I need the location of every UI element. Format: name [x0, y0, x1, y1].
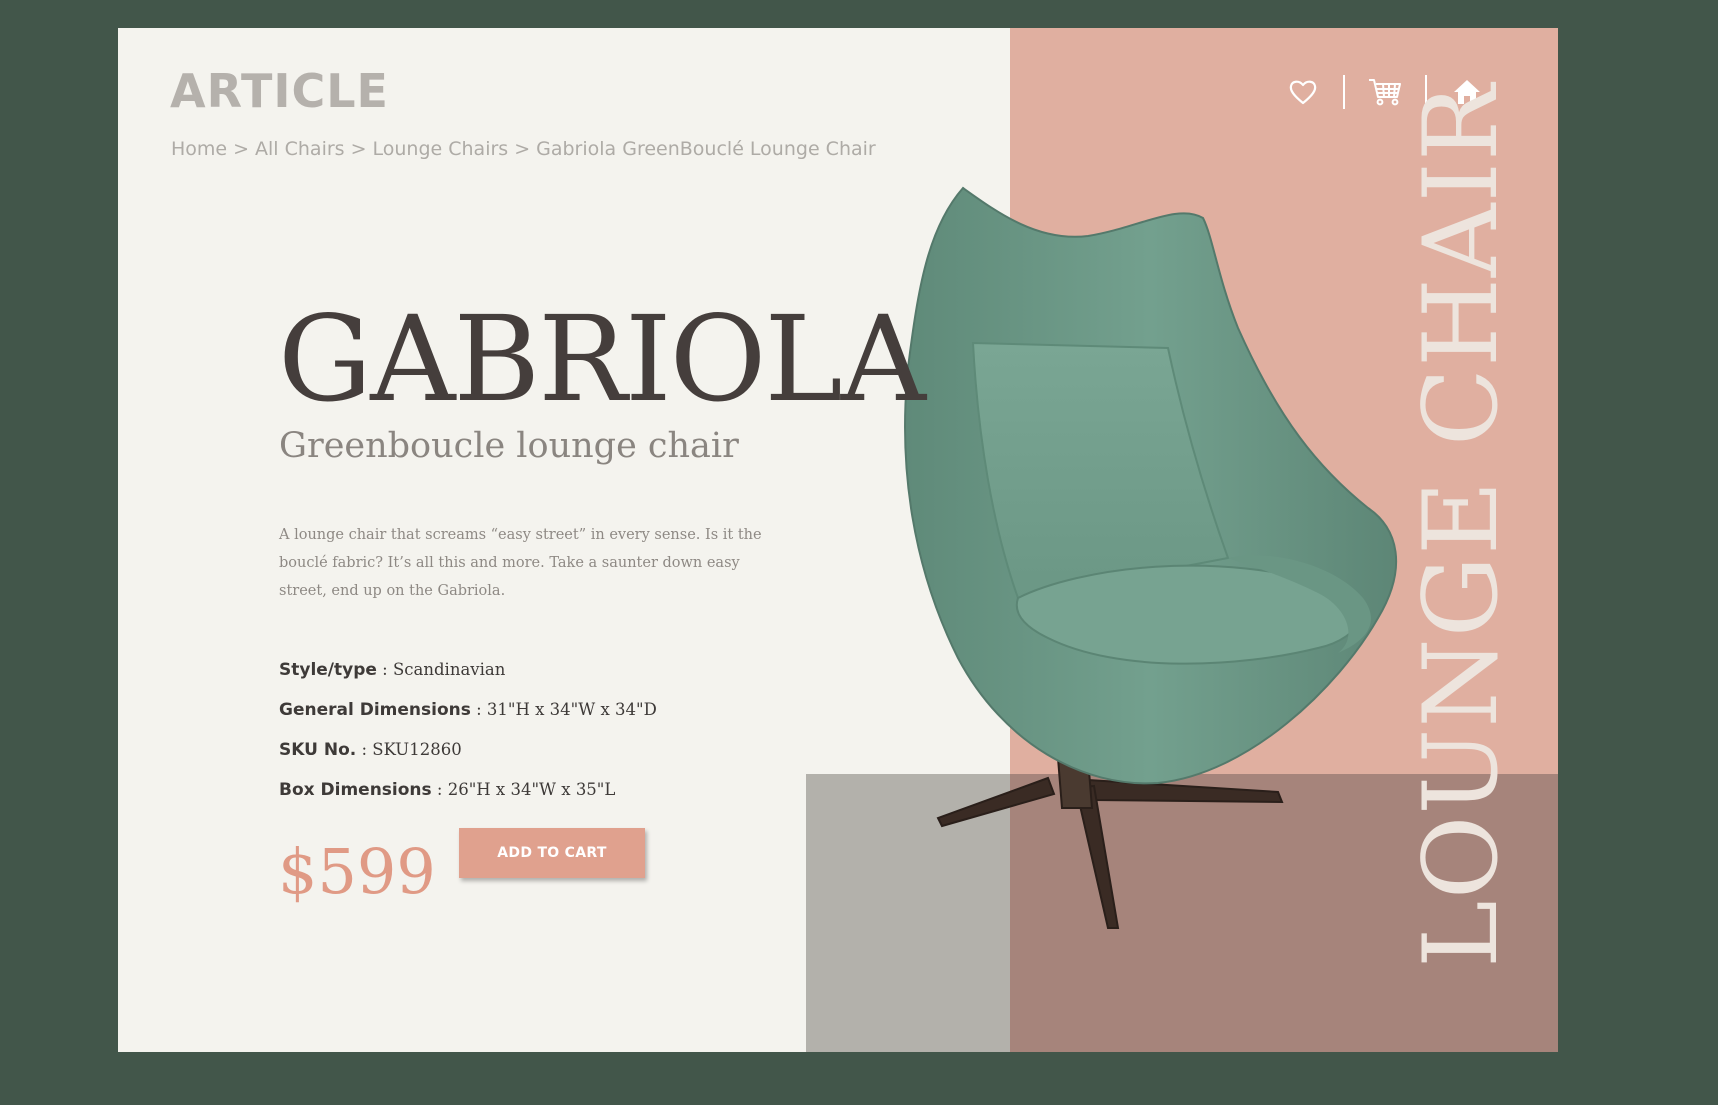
spec-label: General Dimensions	[279, 700, 471, 720]
spec-sku: SKU No. : SKU12860	[279, 740, 657, 780]
breadcrumb-current-product: Gabriola GreenBouclé Lounge Chair	[536, 138, 876, 160]
spec-value: : 31"H x 34"W x 34"D	[470, 700, 657, 719]
wishlist-button[interactable]	[1281, 70, 1325, 114]
product-title: GABRIOLA	[278, 290, 926, 428]
brand-logo[interactable]: ARTICLE	[170, 64, 389, 118]
breadcrumb-lounge-chairs[interactable]: Lounge Chairs	[373, 138, 509, 160]
spec-style: Style/type : Scandinavian	[279, 660, 657, 700]
cart-button[interactable]	[1363, 70, 1407, 114]
product-subtitle: Greenboucle lounge chair	[279, 426, 739, 466]
product-image	[904, 186, 1398, 929]
spec-dimensions: General Dimensions : 31"H x 34"W x 34"D	[279, 700, 657, 740]
product-description: A lounge chair that screams “easy street…	[279, 527, 762, 599]
spec-label: SKU No.	[279, 740, 357, 760]
breadcrumb-all-chairs[interactable]: All Chairs	[255, 138, 345, 160]
product-price: $599	[278, 835, 436, 908]
spec-label: Box Dimensions	[279, 780, 432, 800]
heart-icon	[1289, 80, 1317, 105]
icon-divider	[1343, 75, 1345, 109]
breadcrumb-separator: >	[350, 138, 367, 160]
product-card: ARTICLE Home > All Chairs > Lounge Chairs > Ga…	[118, 28, 1558, 1052]
breadcrumb-separator: >	[233, 138, 250, 160]
spec-value: : SKU12860	[356, 740, 462, 759]
spec-label: Style/type	[279, 660, 377, 680]
add-to-cart-button[interactable]: ADD TO CART	[459, 828, 645, 878]
cart-icon	[1369, 79, 1401, 106]
product-specs: Style/type : Scandinavian General Dimens…	[279, 660, 657, 820]
breadcrumb-home[interactable]: Home	[171, 138, 227, 160]
breadcrumb-separator: >	[514, 138, 531, 160]
spec-value: : Scandinavian	[376, 660, 506, 679]
spec-box-dimensions: Box Dimensions : 26"H x 34"W x 35"L	[279, 780, 657, 820]
spec-value: : 26"H x 34"W x 35"L	[431, 780, 616, 799]
breadcrumb: Home > All Chairs > Lounge Chairs > Gabriola G…	[171, 138, 876, 160]
